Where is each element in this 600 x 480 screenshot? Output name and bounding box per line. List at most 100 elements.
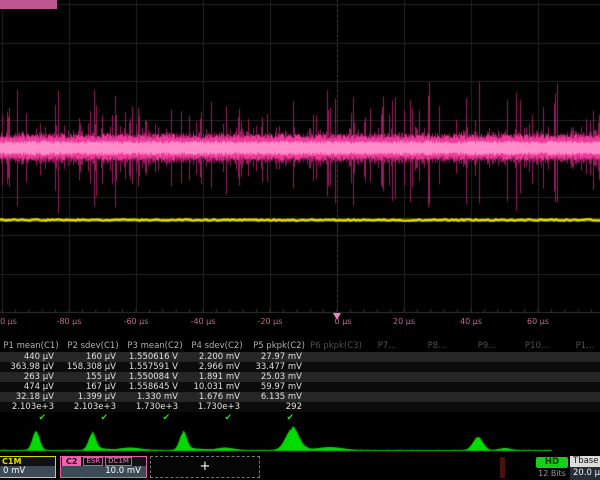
stat-num-P8 [412,402,462,412]
time-axis: -100 µs -80 µs -60 µs -40 µs -20 µs 0 µs 20 µs… [0,313,600,333]
stat-min-P1: 263 µV [0,372,62,382]
stat-min-P9 [462,372,512,382]
stat-row-num: 2.103e+32.103e+31.730e+31.730e+3292 [0,402,600,412]
stat-value-P6 [310,352,362,362]
stat-num-P7 [362,402,412,412]
stat-min-P11 [562,372,600,382]
param-header-P4[interactable]: P4 sdev(C2) [186,340,248,352]
stat-min-P4: 1.891 mV [186,372,248,382]
stat-sdev-P8 [412,392,462,402]
stat-value-P1: 440 µV [0,352,62,362]
stat-num-P5: 292 [248,402,310,412]
time-axis-label-6: 20 µs [393,317,415,326]
param-header-P10[interactable]: P10... [512,340,562,352]
c1-coupling-label: C1M [0,457,55,466]
status-check-P11 [562,412,600,426]
stat-value-P11 [562,352,600,362]
status-check-P4: ✔ [186,412,248,426]
stat-mean-P6 [310,362,362,372]
stat-row-mean: 363.98 µV158.308 µV1.557591 V2.966 mV33.… [0,362,600,372]
stat-row-max: 474 µV167 µV1.558645 V10.031 mV59.97 mV [0,382,600,392]
param-header-P9[interactable]: P9... [462,340,512,352]
waveform-graticule-canvas [0,0,600,334]
status-check-P6 [310,412,362,426]
stat-sdev-P2: 1.399 µV [62,392,124,402]
stat-mean-P11 [562,362,600,372]
param-header-P8[interactable]: P8... [412,340,462,352]
param-header-P6[interactable]: P6 pkpk(C3) [310,340,362,352]
time-axis-label-5: 0 µs [335,317,352,326]
stat-min-P8 [412,372,462,382]
stat-max-P4: 10.031 mV [186,382,248,392]
channel-c1-descriptor[interactable]: C1M 0 mV [0,456,56,478]
param-header-P1[interactable]: P1 mean(C1) [0,340,62,352]
stat-num-P11 [562,402,600,412]
stat-value-P7 [362,352,412,362]
stat-value-P8 [412,352,462,362]
status-check-P8 [412,412,462,426]
stat-row-status: ✔✔✔✔✔ [0,412,600,426]
stat-min-P10 [512,372,562,382]
stat-num-P10 [512,402,562,412]
stat-value-P10 [512,352,562,362]
stat-mean-P2: 158.308 µV [62,362,124,372]
hd-mode-badge[interactable]: HD [536,457,568,468]
status-check-P7 [362,412,412,426]
stat-max-P3: 1.558645 V [124,382,186,392]
stat-max-P10 [512,382,562,392]
c2-vdiv-value: 10.0 mV [61,466,146,477]
c2-esr-badge: ESR [83,457,103,466]
c2-coupling-badge: DC1M [105,457,132,466]
stat-min-P3: 1.550084 V [124,372,186,382]
stat-mean-P7 [362,362,412,372]
stat-min-P6 [310,372,362,382]
time-axis-label-4: -20 µs [258,317,283,326]
stat-value-P5: 27.97 mV [248,352,310,362]
param-header-P11[interactable]: P1... [562,340,600,352]
stat-value-P9 [462,352,512,362]
add-trace-button[interactable]: + [150,456,260,478]
status-check-P3: ✔ [124,412,186,426]
stat-sdev-P9 [462,392,512,402]
stat-row-value: 440 µV160 µV1.550616 V2.200 mV27.97 mV [0,352,600,362]
stat-num-P4: 1.730e+3 [186,402,248,412]
time-axis-label-1: -80 µs [57,317,82,326]
timebase-descriptor[interactable]: Tbase 20.0 µ [570,456,600,480]
param-header-P2[interactable]: P2 sdev(C1) [62,340,124,352]
stat-max-P11 [562,382,600,392]
stat-max-P5: 59.97 mV [248,382,310,392]
time-axis-label-3: -40 µs [191,317,216,326]
stat-max-P1: 474 µV [0,382,62,392]
stat-mean-P5: 33.477 mV [248,362,310,372]
stat-sdev-P10 [512,392,562,402]
param-header-P3[interactable]: P3 mean(C2) [124,340,186,352]
stat-min-P5: 25.03 mV [248,372,310,382]
stat-sdev-P4: 1.676 mV [186,392,248,402]
stat-mean-P9 [462,362,512,372]
status-check-P9 [462,412,512,426]
stat-mean-P4: 2.966 mV [186,362,248,372]
stat-max-P8 [412,382,462,392]
stat-mean-P8 [412,362,462,372]
measurement-table: P1 mean(C1)P2 sdev(C1)P3 mean(C2)P4 sdev… [0,340,600,426]
oscilloscope-screen: TELEDYNE LECROY -100 µs -80 µs -60 µs -40 µ… [0,0,600,480]
time-axis-label-2: -60 µs [124,317,149,326]
c1-vdiv-value: 0 mV [0,466,55,477]
channel-c2-descriptor[interactable]: C2 ESR DC1M 10.0 mV [60,456,147,478]
stat-row-sdev: 32.18 µV1.399 µV1.330 mV1.676 mV6.135 mV [0,392,600,402]
stat-max-P2: 167 µV [62,382,124,392]
stat-num-P3: 1.730e+3 [124,402,186,412]
timebase-header: Tbase [570,456,600,467]
stat-min-P7 [362,372,412,382]
stat-num-P9 [462,402,512,412]
stat-max-P7 [362,382,412,392]
stat-mean-P1: 363.98 µV [0,362,62,372]
param-header-P7[interactable]: P7... [362,340,412,352]
time-axis-label-0: -100 µs [0,317,17,326]
logo-badge: TELEDYNE LECROY [0,0,57,9]
status-check-P2: ✔ [62,412,124,426]
param-header-P5[interactable]: P5 pkpk(C2) [248,340,310,352]
stat-num-P1: 2.103e+3 [0,402,62,412]
stat-sdev-P11 [562,392,600,402]
stat-value-P4: 2.200 mV [186,352,248,362]
